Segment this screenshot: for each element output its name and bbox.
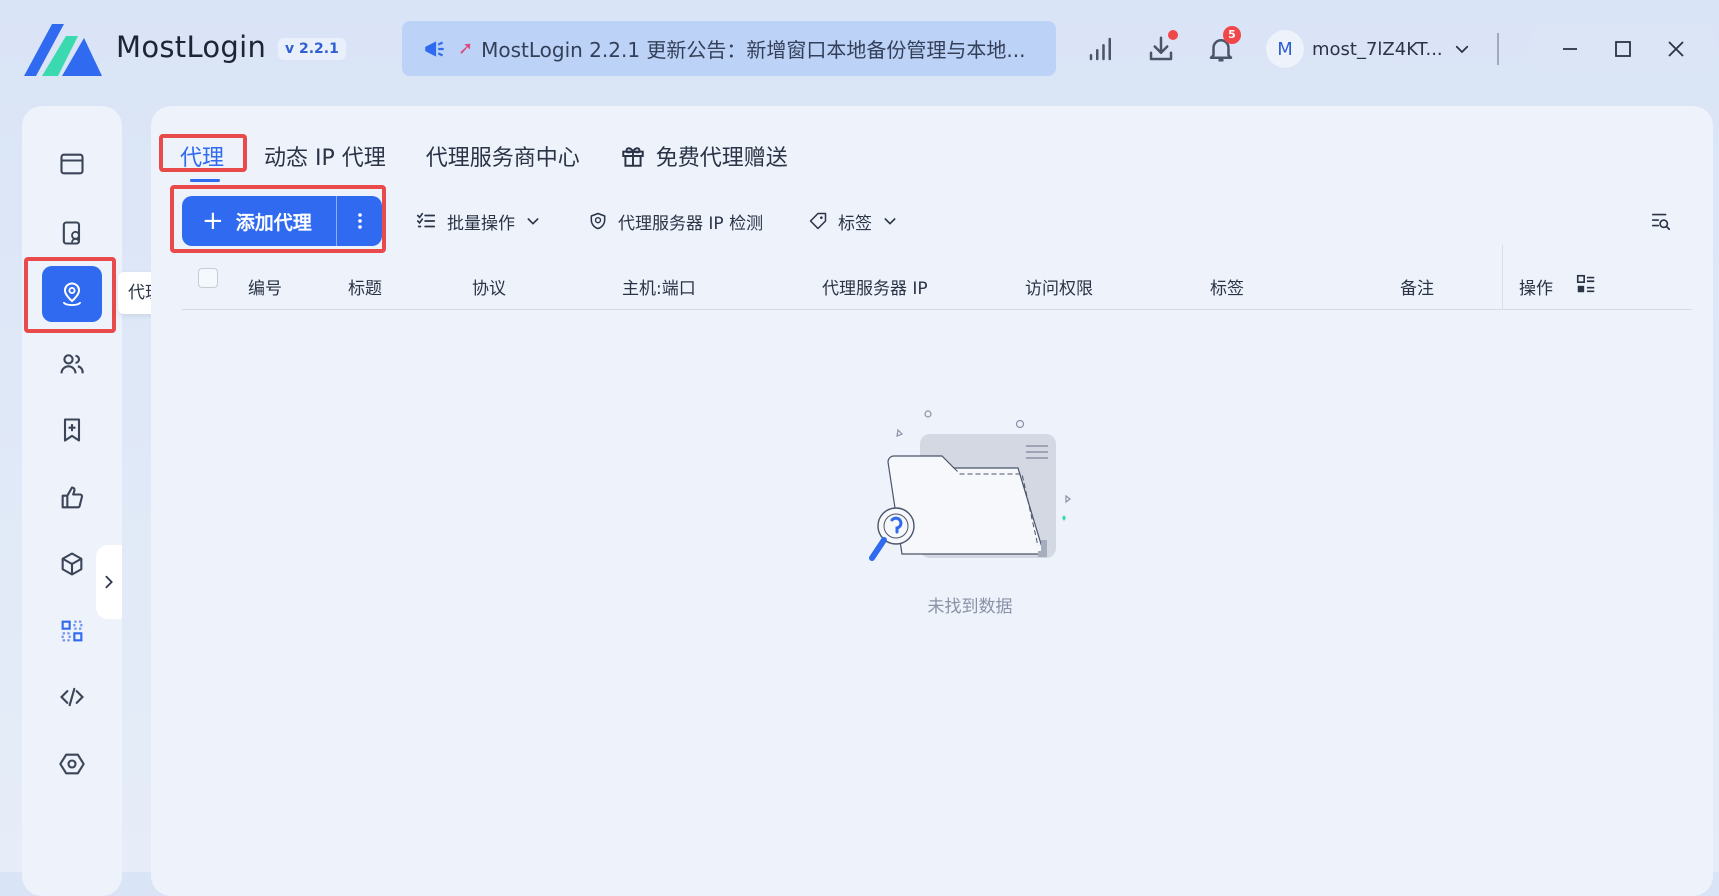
highlight-box-proxy-nav [24, 257, 116, 333]
proxy-ip-check-button[interactable]: 代理服务器 IP 检测 [588, 207, 763, 235]
column-header-protocol[interactable]: 协议 [472, 274, 506, 299]
table-header: 编号 标题 协议 主机:端口 代理服务器 IP 访问权限 标签 备注 操作 [182, 245, 1692, 310]
title-bar: MostLogin v 2.2.1 ➚ MostLogin 2.2.1 更新公告… [0, 0, 1719, 100]
maximize-button[interactable] [1610, 36, 1636, 62]
window-controls [1528, 22, 1718, 76]
chevron-down-icon [1455, 45, 1468, 54]
maximize-icon [1615, 41, 1631, 57]
operations-column: 操作 [1502, 245, 1692, 310]
avatar: M [1266, 30, 1304, 68]
sidebar-item-browser[interactable] [42, 136, 102, 192]
apps-grid-icon [61, 620, 83, 642]
settings-hexagon-icon [59, 753, 85, 775]
user-menu[interactable]: M most_7lZ4KT... [1266, 28, 1471, 70]
cube-icon [61, 552, 83, 576]
tab-label: 免费代理赠送 [655, 146, 788, 171]
close-button[interactable] [1663, 36, 1689, 62]
version-badge: v 2.2.1 [278, 38, 346, 60]
sidebar-item-team[interactable] [42, 336, 102, 392]
batch-operations-label: 批量操作 [447, 213, 515, 234]
tab-proxy-provider-center[interactable]: 代理服务商中心 [426, 140, 580, 172]
column-header-remarks[interactable]: 备注 [1400, 274, 1434, 299]
chevron-down-icon [884, 218, 896, 225]
users-icon [60, 354, 84, 374]
rocket-icon: ➚ [458, 38, 474, 59]
highlight-box-proxy-tab [159, 134, 247, 172]
app-name: MostLogin [116, 30, 267, 64]
bookmark-add-icon [63, 418, 81, 442]
chevron-right-icon [105, 575, 113, 589]
checklist-icon [416, 212, 436, 228]
download-indicator-dot [1168, 30, 1178, 40]
username: most_7lZ4KT... [1312, 38, 1443, 60]
browser-window-icon [60, 153, 84, 175]
megaphone-icon [425, 40, 444, 57]
phone-profile-icon [62, 221, 81, 245]
column-header-tags[interactable]: 标签 [1210, 274, 1244, 299]
column-header-proxy-ip[interactable]: 代理服务器 IP [822, 274, 928, 299]
chevron-down-icon [527, 218, 539, 225]
batch-operations-dropdown[interactable]: 批量操作 [415, 207, 541, 235]
minimize-button[interactable] [1557, 36, 1583, 62]
divider [1497, 33, 1499, 65]
close-icon [1668, 41, 1684, 57]
search-filter-button[interactable] [1650, 207, 1682, 235]
column-settings-icon[interactable] [1575, 273, 1597, 295]
tab-label: 动态 IP 代理 [264, 146, 386, 171]
empty-state-text: 未找到数据 [927, 597, 1013, 617]
tag-icon [809, 212, 827, 230]
empty-folder-illustration [869, 410, 1071, 561]
proxy-ip-check-label: 代理服务器 IP 检测 [618, 213, 764, 234]
sidebar-expand-button[interactable] [96, 545, 122, 619]
sidebar-item-package[interactable] [42, 536, 102, 592]
mostlogin-logo [24, 24, 102, 76]
sidebar-item-bookmark[interactable] [42, 402, 102, 458]
column-header-number[interactable]: 编号 [248, 274, 282, 299]
tags-label: 标签 [838, 213, 872, 234]
sidebar-item-profile[interactable] [42, 205, 102, 261]
column-header-operations: 操作 [1519, 279, 1553, 299]
notification-count-badge: 5 [1223, 26, 1241, 44]
sidebar [22, 106, 122, 896]
sidebar-item-code[interactable] [42, 669, 102, 725]
shield-check-icon [590, 212, 606, 230]
list-search-icon [1651, 213, 1671, 231]
tags-dropdown[interactable]: 标签 [808, 207, 898, 235]
sidebar-item-apps[interactable] [42, 603, 102, 659]
gift-icon [622, 147, 644, 167]
tab-free-proxy-gift[interactable]: 免费代理赠送 [620, 140, 788, 172]
code-icon [60, 687, 84, 707]
announcement-banner[interactable]: ➚ MostLogin 2.2.1 更新公告：新增窗口本地备份管理与本地... [402, 21, 1056, 76]
thumbs-up-icon [61, 486, 84, 509]
column-header-host-port[interactable]: 主机:端口 [622, 274, 696, 299]
tab-bar: 代理 动态 IP 代理 代理服务商中心 免费代理赠送 [180, 138, 828, 182]
signal-icon[interactable] [1086, 34, 1116, 64]
tab-label: 代理服务商中心 [425, 146, 580, 171]
highlight-box-add-proxy [170, 185, 386, 253]
column-header-access[interactable]: 访问权限 [1025, 274, 1093, 299]
select-all-checkbox[interactable] [198, 268, 218, 288]
sidebar-item-like[interactable] [42, 470, 102, 526]
column-header-title[interactable]: 标题 [348, 274, 382, 299]
tab-dynamic-ip-proxy[interactable]: 动态 IP 代理 [264, 140, 386, 172]
sidebar-item-settings[interactable] [42, 736, 102, 792]
announcement-text: MostLogin 2.2.1 更新公告：新增窗口本地备份管理与本地... [481, 38, 1026, 62]
minimize-icon [1563, 48, 1578, 50]
